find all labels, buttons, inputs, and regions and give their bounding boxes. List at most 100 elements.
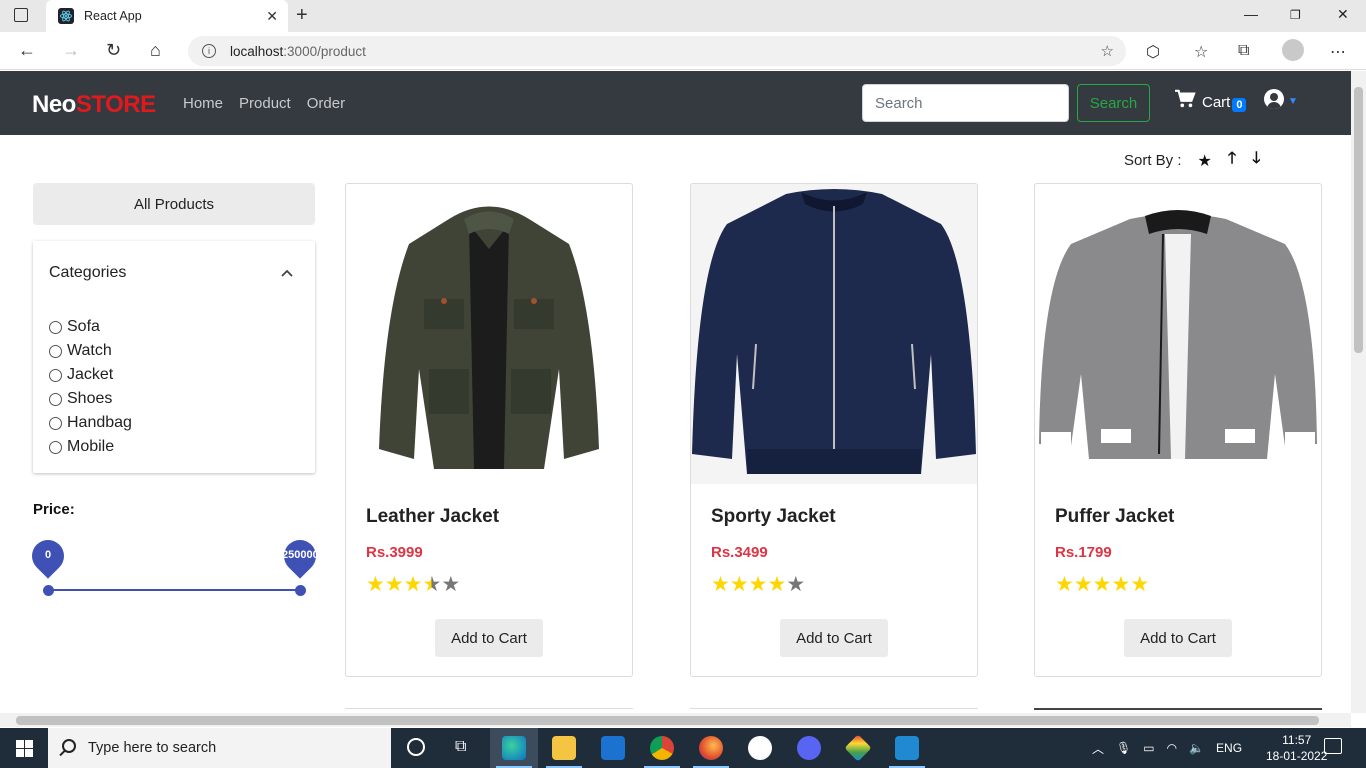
user-circle-icon bbox=[1264, 89, 1284, 109]
mail-app-icon[interactable] bbox=[601, 736, 625, 760]
vscode-app-icon[interactable] bbox=[895, 736, 919, 760]
mongodb-app-icon[interactable] bbox=[748, 736, 772, 760]
refresh-icon[interactable]: ↻ bbox=[106, 40, 121, 61]
add-to-cart-button[interactable]: Add to Cart bbox=[435, 619, 543, 657]
product-name[interactable]: Puffer Jacket bbox=[1055, 506, 1174, 528]
vertical-scrollbar[interactable] bbox=[1351, 71, 1366, 713]
taskbar-clock[interactable]: 11:57 18-01-2022 bbox=[1266, 732, 1327, 764]
task-view-icon[interactable]: ⧉ bbox=[455, 738, 466, 756]
all-products-button[interactable]: All Products bbox=[33, 183, 315, 225]
product-image[interactable] bbox=[1035, 184, 1321, 484]
favorite-add-icon[interactable]: ☆ bbox=[1101, 42, 1114, 60]
price-max-thumb[interactable] bbox=[295, 585, 306, 596]
more-options-icon[interactable]: ⋯ bbox=[1330, 42, 1346, 62]
product-image[interactable] bbox=[691, 184, 977, 484]
vertical-scrollbar-thumb[interactable] bbox=[1354, 87, 1363, 353]
windows-start-icon[interactable] bbox=[16, 740, 33, 757]
next-row-card-edge bbox=[1034, 708, 1322, 712]
sort-rating-star-icon[interactable]: ★ bbox=[1198, 151, 1212, 171]
chrome-app-icon[interactable] bbox=[650, 736, 674, 760]
product-image[interactable] bbox=[346, 184, 632, 484]
price-slider-track[interactable] bbox=[48, 589, 300, 591]
edge-app-icon[interactable] bbox=[502, 736, 526, 760]
star-full-icon: ★ bbox=[1111, 573, 1131, 596]
add-to-cart-button[interactable]: Add to Cart bbox=[1124, 619, 1232, 657]
minimize-icon[interactable]: — bbox=[1244, 6, 1258, 22]
product-name[interactable]: Sporty Jacket bbox=[711, 506, 836, 528]
radio-button[interactable] bbox=[49, 392, 62, 406]
taskbar-search-placeholder: Type here to search bbox=[88, 740, 217, 756]
horizontal-scrollbar[interactable] bbox=[0, 713, 1351, 727]
category-label: Shoes bbox=[67, 390, 113, 407]
close-window-icon[interactable]: ✕ bbox=[1337, 6, 1349, 23]
category-watch[interactable]: Watch bbox=[49, 339, 132, 363]
cart-link[interactable]: Cart 0 bbox=[1174, 89, 1247, 115]
radio-button[interactable] bbox=[49, 416, 62, 430]
sort-descending-arrow-icon[interactable]: 🡓 bbox=[1252, 147, 1260, 174]
tab-actions-icon[interactable] bbox=[14, 8, 28, 22]
next-row-card-edge bbox=[345, 708, 633, 712]
notifications-icon[interactable] bbox=[1324, 738, 1342, 754]
browser-tab[interactable]: React App ✕ bbox=[46, 0, 288, 32]
battery-icon[interactable]: ▭ bbox=[1143, 741, 1154, 755]
chevron-up-tray-icon[interactable]: ︿ bbox=[1092, 740, 1104, 757]
star-empty-icon: ★ bbox=[441, 573, 461, 596]
taskbar-search[interactable]: Type here to search bbox=[48, 728, 391, 768]
radio-button[interactable] bbox=[49, 440, 62, 454]
star-empty-icon: ★ bbox=[786, 573, 806, 596]
product-card[interactable]: Puffer Jacket Rs.1799 ★★★★★ Add to Cart bbox=[1034, 183, 1322, 677]
product-name[interactable]: Leather Jacket bbox=[366, 506, 499, 528]
category-mobile[interactable]: Mobile bbox=[49, 435, 132, 459]
extensions-icon[interactable]: ⬡ bbox=[1146, 42, 1160, 62]
search-button[interactable]: Search bbox=[1077, 84, 1150, 122]
info-icon[interactable]: i bbox=[202, 44, 216, 58]
category-shoes[interactable]: Shoes bbox=[49, 387, 132, 411]
search-icon bbox=[62, 739, 76, 753]
url-path: :3000/product bbox=[283, 43, 366, 59]
price-min-thumb[interactable] bbox=[43, 585, 54, 596]
nav-product[interactable]: Product bbox=[239, 95, 291, 112]
radio-button[interactable] bbox=[49, 344, 62, 358]
collections-icon[interactable]: ⧉ bbox=[1238, 42, 1249, 60]
category-jacket[interactable]: Jacket bbox=[49, 363, 132, 387]
url-field[interactable]: i localhost:3000/product ☆ bbox=[188, 36, 1126, 66]
search-input[interactable]: Search bbox=[862, 84, 1069, 122]
product-card[interactable]: Sporty Jacket Rs.3499 ★★★★★ Add to Cart bbox=[690, 183, 978, 677]
sort-ascending-arrow-icon[interactable]: 🡑 bbox=[1228, 147, 1236, 174]
product-card[interactable]: Leather Jacket Rs.3999 ★★★★★ Add to Cart bbox=[345, 183, 633, 677]
user-menu[interactable]: ▼ bbox=[1264, 89, 1298, 109]
star-full-icon: ★ bbox=[711, 573, 730, 596]
categories-title[interactable]: Categories bbox=[49, 264, 126, 282]
back-icon[interactable]: ← bbox=[18, 40, 36, 61]
wifi-icon[interactable]: ◠ bbox=[1167, 741, 1177, 755]
radio-button[interactable] bbox=[49, 320, 62, 334]
new-tab-icon[interactable]: + bbox=[296, 4, 308, 27]
restore-icon[interactable]: ❐ bbox=[1290, 8, 1301, 22]
microphone-icon[interactable]: 🎙 bbox=[1116, 741, 1131, 755]
brand-neo: Neo bbox=[32, 91, 76, 118]
language-indicator[interactable]: ENG bbox=[1216, 741, 1242, 755]
cortana-icon[interactable] bbox=[407, 738, 425, 756]
chevron-up-icon[interactable] bbox=[281, 265, 293, 280]
add-to-cart-button[interactable]: Add to Cart bbox=[780, 619, 888, 657]
brand-logo[interactable]: NeoSTORE bbox=[32, 91, 156, 119]
category-sofa[interactable]: Sofa bbox=[49, 315, 132, 339]
firefox-app-icon[interactable] bbox=[699, 736, 723, 760]
horizontal-scrollbar-thumb[interactable] bbox=[16, 716, 1319, 725]
radio-button[interactable] bbox=[49, 368, 62, 382]
system-tray: ︿ 🎙 ▭ ◠ 🔈 ENG bbox=[1092, 728, 1242, 768]
discord-app-icon[interactable] bbox=[797, 736, 821, 760]
nav-home[interactable]: Home bbox=[183, 95, 223, 112]
git-app-icon[interactable] bbox=[844, 734, 872, 762]
file-explorer-icon[interactable] bbox=[552, 736, 576, 760]
forward-icon[interactable]: → bbox=[62, 40, 80, 61]
category-handbag[interactable]: Handbag bbox=[49, 411, 132, 435]
home-icon[interactable]: ⌂ bbox=[150, 40, 161, 61]
volume-icon[interactable]: 🔈 bbox=[1189, 741, 1204, 755]
nav-order[interactable]: Order bbox=[307, 95, 345, 112]
shopping-cart-icon bbox=[1174, 89, 1196, 115]
favorites-icon[interactable]: ☆ bbox=[1194, 42, 1208, 62]
browser-profile-avatar[interactable] bbox=[1282, 39, 1304, 61]
sort-bar: Sort By : ★ 🡑 🡓 bbox=[1124, 147, 1261, 174]
close-tab-icon[interactable]: ✕ bbox=[266, 8, 278, 25]
